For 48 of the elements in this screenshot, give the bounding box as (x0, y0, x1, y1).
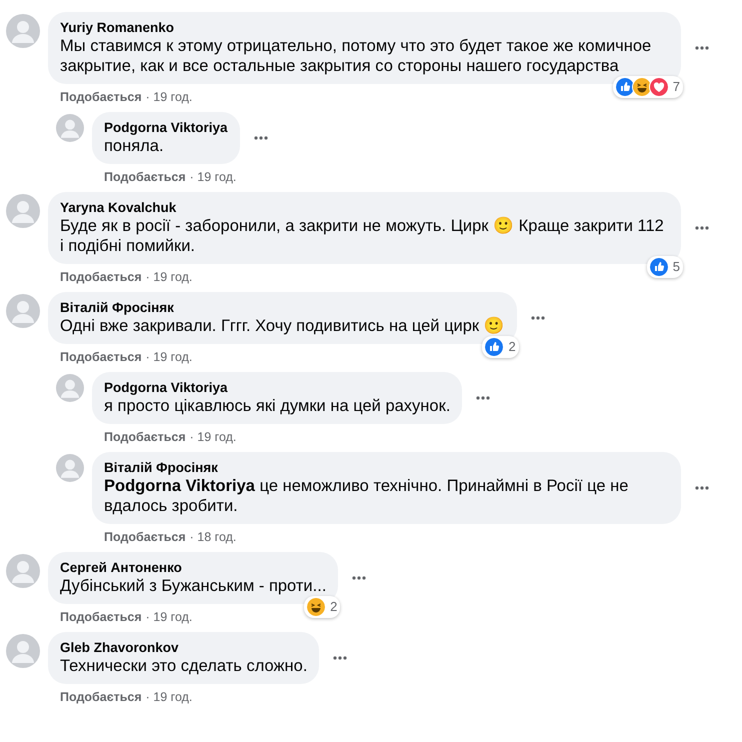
author-name[interactable]: Podgorna Viktoriya (104, 119, 228, 136)
like-link[interactable]: Подобається (60, 609, 142, 625)
reaction-badge[interactable]: 7 (612, 76, 683, 98)
comment-time: · 19 год. (146, 609, 192, 625)
comment-time: · 19 год. (146, 689, 192, 705)
comment-text: Мы ставимся к этому отрицательно, потому что это будет такое же комичное закрытие, как и все остальные закрытия со стороны нашего государства (60, 36, 652, 76)
like-link[interactable]: Подобається (60, 89, 142, 105)
more-options-icon[interactable] (352, 576, 366, 580)
reaction-badge[interactable]: 2 (482, 336, 519, 358)
author-name[interactable]: Yuriy Romanenko (60, 19, 669, 36)
more-options-icon[interactable] (695, 46, 709, 50)
comment-text: Буде як в росії - заборонили, а закрити не можуть. Цирк 🙂 Краще закрити 112 і подібні помийки. (60, 216, 665, 256)
more-options-icon[interactable] (254, 136, 268, 140)
comment-text: Дубінський з Бужанським - проти... (60, 576, 326, 596)
comment-text: я просто цікавлюсь які думки на цей рахунок. (104, 396, 450, 416)
author-name[interactable]: Podgorna Viktoriya (104, 379, 450, 396)
comment-time: · 19 год. (146, 269, 192, 285)
author-name[interactable]: Yaryna Kovalchuk (60, 199, 669, 216)
reaction-count: 5 (672, 258, 680, 276)
comment-text: Одні вже закривали. Гггг. Хочу подивитись на цей цирк 🙂 (60, 316, 505, 336)
like-link[interactable]: Подобається (104, 169, 186, 185)
more-options-icon[interactable] (476, 396, 490, 400)
comment-text: Podgorna Viktoriya це неможливо технічно. Принаймні в Росії це не вдалось зробити. (104, 476, 630, 516)
comment-time: · 18 год. (190, 529, 236, 545)
reaction-count: 7 (672, 78, 680, 96)
like-link[interactable]: Подобається (60, 269, 142, 285)
comment-time: · 19 год. (146, 349, 192, 365)
author-name[interactable]: Gleb Zhavoronkov (60, 639, 308, 656)
author-name[interactable]: Віталій Фросіняк (104, 459, 669, 476)
more-options-icon[interactable] (333, 656, 348, 660)
comment-time: · 19 год. (190, 429, 236, 445)
reaction-count: 2 (330, 598, 338, 616)
more-options-icon[interactable] (695, 226, 709, 230)
author-name[interactable]: Віталій Фросіняк (60, 299, 505, 316)
more-options-icon[interactable] (530, 316, 545, 320)
reaction-count: 2 (508, 338, 516, 356)
like-link[interactable]: Подобається (104, 529, 186, 545)
comment-text: Технически это сделать сложно. (60, 656, 308, 676)
like-link[interactable]: Подобається (104, 429, 186, 445)
comment-time: · 19 год. (146, 89, 192, 105)
reaction-badge[interactable]: 5 (646, 256, 683, 278)
reaction-badge[interactable]: 2 (304, 596, 340, 618)
more-options-icon[interactable] (695, 486, 709, 490)
like-link[interactable]: Подобається (60, 689, 142, 705)
comment-text: поняла. (104, 136, 165, 156)
comment-time: · 19 год. (190, 169, 236, 185)
author-name[interactable]: Сергей Антоненко (60, 559, 326, 576)
like-link[interactable]: Подобається (60, 349, 142, 365)
